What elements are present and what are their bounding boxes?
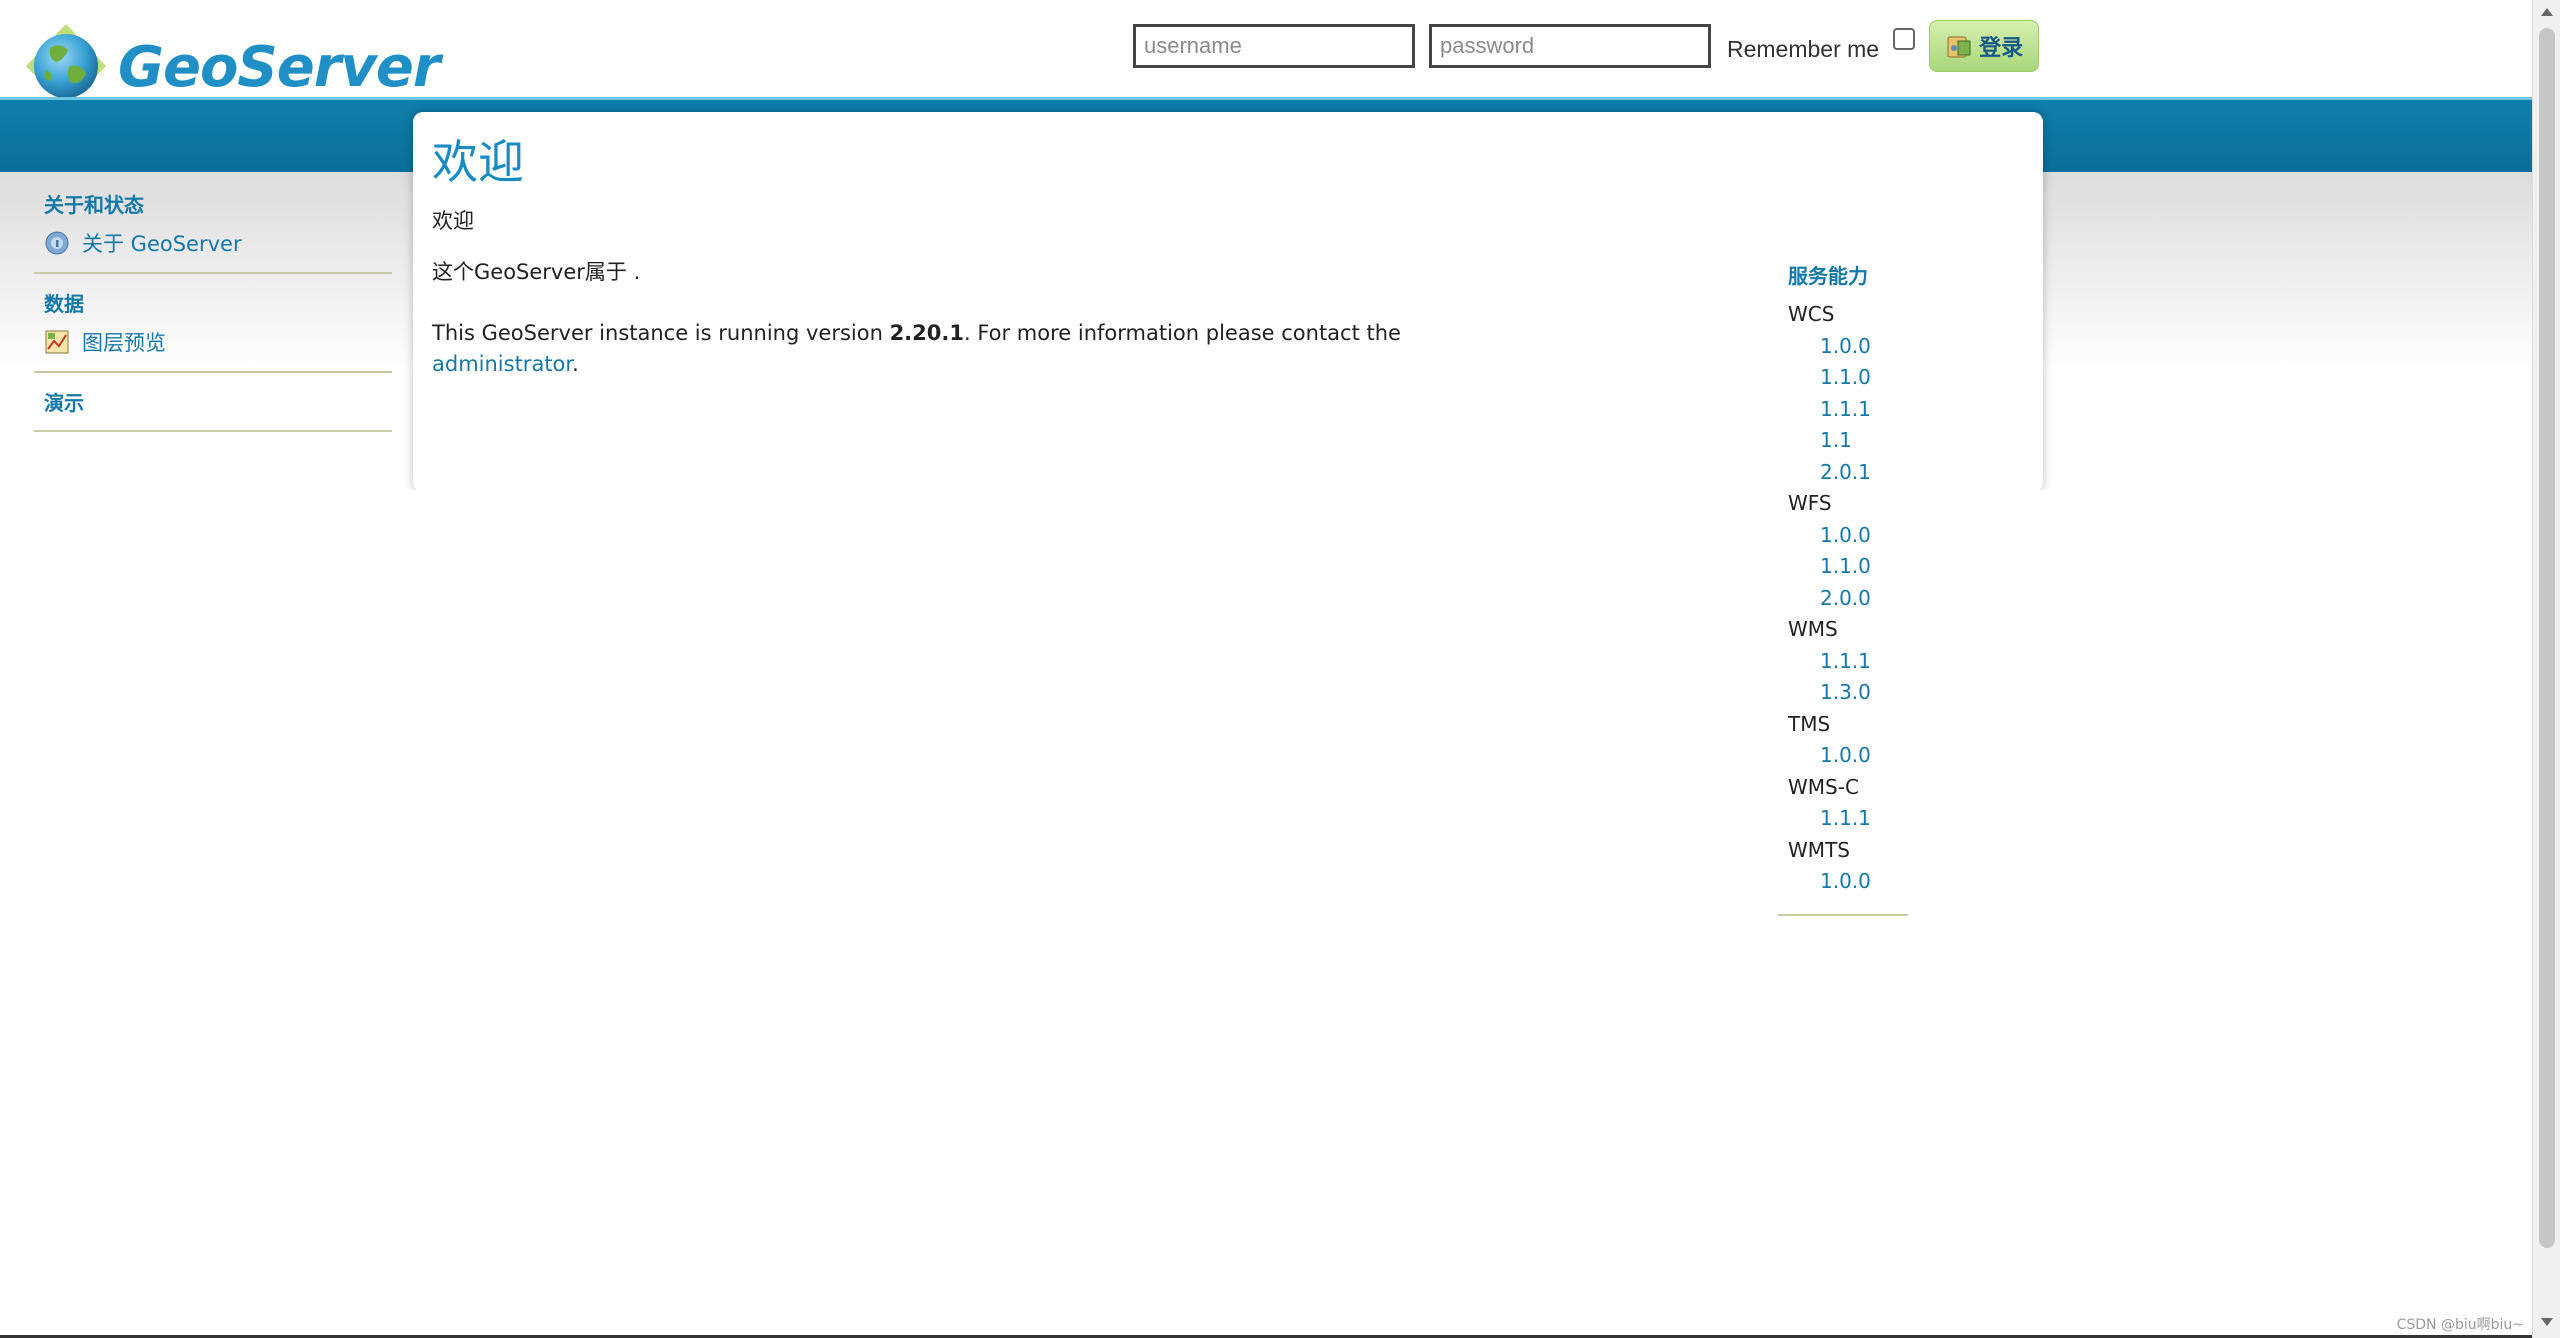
service-name: WMTS	[1788, 837, 1850, 862]
service-version-link[interactable]: 1.1.0	[1788, 551, 1898, 583]
admin-suffix: .	[572, 352, 579, 376]
service-version-link[interactable]: 1.0.0	[1788, 866, 1898, 898]
login-key-icon	[1947, 36, 1971, 58]
service-version-link[interactable]: 2.0.1	[1788, 457, 1898, 489]
login-button[interactable]: 登录	[1929, 20, 2040, 72]
password-input[interactable]	[1429, 24, 1711, 68]
administrator-link[interactable]: administrator	[432, 352, 572, 376]
sidebar-section-about: 关于和状态 关于 GeoServer	[34, 185, 392, 274]
scrollbar-thumb[interactable]	[2539, 28, 2555, 1248]
service-version-link[interactable]: 1.1.1	[1788, 646, 1898, 678]
service-version-link[interactable]: 1.1	[1788, 425, 1898, 457]
logo-text: GeoServer	[118, 34, 440, 100]
map-preview-icon	[45, 330, 69, 354]
scroll-down-arrow-icon[interactable]	[2541, 1318, 2553, 1326]
version-prefix: This GeoServer instance is running versi…	[432, 321, 890, 345]
service-version-link[interactable]: 1.0.0	[1788, 331, 1898, 363]
service-version-link[interactable]: 1.0.0	[1788, 520, 1898, 552]
login-form: Remember me 登录	[1133, 20, 2040, 72]
service-name: WMS	[1788, 617, 1838, 641]
main-content: 欢迎 欢迎 这个GeoServer属于 . This GeoServer ins…	[432, 126, 1432, 380]
service-name: WCS	[1788, 302, 1835, 326]
sidebar-heading-data: 数据	[44, 292, 84, 316]
service-name: TMS	[1788, 711, 1831, 736]
sidebar-item-label: 图层预览	[82, 331, 166, 355]
sidebar-section-demos: 演示	[34, 373, 392, 432]
sidebar-section-data: 数据 图层预览	[34, 274, 392, 373]
sidebar-item-about-geoserver[interactable]: 关于 GeoServer	[44, 228, 382, 258]
sidebar-item-layer-preview[interactable]: 图层预览	[44, 327, 382, 357]
sidebar-heading-demos[interactable]: 演示	[44, 387, 382, 416]
version-text: This GeoServer instance is running versi…	[432, 318, 1432, 380]
service-version-link[interactable]: 1.1.0	[1788, 362, 1898, 394]
sidebar-heading-about: 关于和状态	[44, 193, 144, 217]
service-name: WMS-C	[1788, 774, 1859, 799]
owner-text: 这个GeoServer属于 .	[432, 260, 641, 284]
version-suffix: . For more information please contact th…	[963, 321, 1401, 345]
service-version-link[interactable]: 1.1.1	[1788, 394, 1898, 426]
welcome-text: 欢迎	[432, 209, 474, 233]
vertical-scrollbar[interactable]	[2532, 0, 2560, 1338]
service-name: WFS	[1788, 491, 1832, 515]
username-input[interactable]	[1133, 24, 1415, 68]
page-title: 欢迎	[432, 135, 524, 189]
watermark: CSDN @biu啊biu~	[2396, 1317, 2524, 1333]
service-capabilities: 服务能力 WCS 1.0.0 1.1.0 1.1.1 1.1 2.0.1 WFS 1.0.0 1…	[1778, 260, 1908, 916]
service-version-link[interactable]: 1.1.1	[1788, 803, 1898, 835]
version-number: 2.20.1	[889, 321, 964, 345]
sidebar-item-label: 关于 GeoServer	[82, 232, 242, 256]
service-version-link[interactable]: 1.0.0	[1788, 740, 1898, 772]
capabilities-heading: 服务能力	[1788, 264, 1868, 288]
service-version-link[interactable]: 1.3.0	[1788, 677, 1898, 709]
remember-me-label: Remember me	[1727, 35, 1880, 62]
login-button-label: 登录	[1979, 36, 2024, 61]
remember-me-checkbox[interactable]	[1893, 28, 1916, 50]
sidebar: 关于和状态 关于 GeoServer 数据 图层预览 演示	[34, 185, 392, 432]
service-version-link[interactable]: 2.0.0	[1788, 583, 1898, 615]
header: GeoServer Remember me 登录	[0, 0, 2532, 108]
info-globe-icon	[45, 231, 69, 255]
capabilities-list: WCS 1.0.0 1.1.0 1.1.1 1.1 2.0.1 WFS 1.0.0 1.1.0 2…	[1788, 299, 1898, 898]
scroll-up-arrow-icon[interactable]	[2541, 8, 2553, 16]
